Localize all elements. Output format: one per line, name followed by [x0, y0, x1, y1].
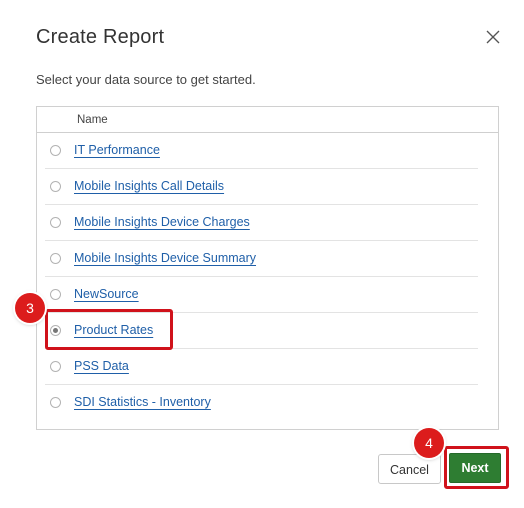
step-badge-4: 4 — [414, 428, 444, 458]
radio-button[interactable] — [50, 397, 61, 408]
data-source-link[interactable]: PSS Data — [74, 359, 129, 373]
highlight-box-product-rates — [45, 309, 173, 350]
radio-button[interactable] — [50, 253, 61, 264]
list-header: Name — [37, 107, 498, 133]
data-source-link[interactable]: Mobile Insights Device Charges — [74, 215, 250, 229]
list-item[interactable]: Mobile Insights Call Details — [37, 169, 498, 205]
list-item[interactable]: NewSource — [37, 277, 498, 313]
list-item[interactable]: PSS Data — [37, 349, 498, 385]
radio-button[interactable] — [50, 181, 61, 192]
list-item[interactable]: Mobile Insights Device Summary — [37, 241, 498, 277]
list-item[interactable]: SDI Statistics - Inventory — [37, 385, 498, 421]
data-source-list: Name IT Performance Mobile Insights Call… — [36, 106, 499, 430]
radio-button[interactable] — [50, 145, 61, 156]
cancel-button[interactable]: Cancel — [378, 454, 441, 484]
data-source-link[interactable]: Mobile Insights Call Details — [74, 179, 224, 193]
dialog-title: Create Report — [36, 26, 165, 48]
radio-button[interactable] — [50, 289, 61, 300]
data-source-link[interactable]: SDI Statistics - Inventory — [74, 395, 211, 409]
data-source-link[interactable]: NewSource — [74, 287, 139, 301]
create-report-dialog: Create Report Select your data source to… — [0, 0, 524, 508]
list-item[interactable]: IT Performance — [37, 133, 498, 169]
data-source-link[interactable]: Mobile Insights Device Summary — [74, 251, 256, 265]
data-source-link[interactable]: IT Performance — [74, 143, 160, 157]
column-header-name: Name — [77, 114, 108, 126]
list-item[interactable]: Mobile Insights Device Charges — [37, 205, 498, 241]
next-button[interactable]: Next — [449, 453, 501, 483]
step-badge-3: 3 — [15, 293, 45, 323]
radio-button[interactable] — [50, 361, 61, 372]
radio-button[interactable] — [50, 217, 61, 228]
dialog-subtitle: Select your data source to get started. — [36, 72, 256, 87]
close-icon[interactable] — [485, 29, 501, 45]
